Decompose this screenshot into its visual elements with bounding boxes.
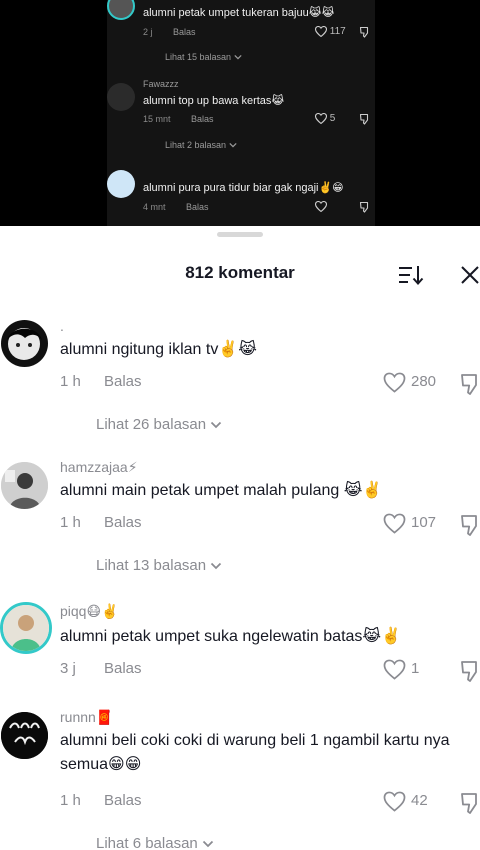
like-button[interactable]: 117 — [314, 25, 346, 38]
dislike-icon[interactable] — [460, 372, 480, 396]
like-button[interactable]: 280 — [383, 371, 443, 395]
like-count: 42 — [411, 792, 428, 809]
like-button[interactable]: 1 — [383, 658, 443, 682]
view-replies-label: Lihat 26 balasan — [96, 416, 207, 433]
reply-button[interactable]: Balas — [104, 792, 142, 809]
username[interactable]: piqq😷✌️ — [60, 603, 119, 620]
view-replies-label: Lihat 2 balasan — [165, 140, 227, 150]
comment-time: 1 h — [60, 373, 81, 390]
comment-time: 2 j — [143, 27, 153, 37]
username[interactable]: runnn🧧 — [60, 709, 113, 726]
comment-time: 15 mnt — [143, 114, 171, 124]
reply-button[interactable]: Balas — [104, 660, 142, 677]
avatar[interactable] — [1, 462, 48, 509]
like-button[interactable]: 107 — [383, 512, 443, 536]
username: Fawazzz — [143, 79, 179, 89]
comment-text: alumni beli coki coki di warung beli 1 n… — [60, 732, 450, 773]
view-replies-button[interactable]: Lihat 2 balasan — [165, 140, 237, 150]
heart-icon — [383, 513, 406, 534]
view-replies-button[interactable]: Lihat 15 balasan — [165, 52, 242, 62]
heart-icon — [383, 791, 406, 812]
reply-button[interactable]: Balas — [104, 373, 142, 390]
username[interactable]: . — [60, 318, 64, 334]
view-replies-button[interactable]: Lihat 6 balasan — [96, 835, 214, 850]
video-comment-text: alumni pura pura tidur biar gak ngaji✌️😁 — [143, 182, 344, 194]
comment-time: 3 j — [60, 660, 76, 677]
reply-button[interactable]: Balas — [191, 114, 214, 124]
video-comment-meta: 15 mnt Balas — [143, 114, 214, 124]
drag-handle[interactable] — [217, 232, 263, 237]
avatar — [107, 83, 135, 111]
comment-time: 4 mnt — [143, 202, 166, 212]
reply-button[interactable]: Balas — [104, 514, 142, 531]
close-icon[interactable] — [459, 264, 480, 286]
video-comment-meta: 2 j Balas — [143, 27, 196, 37]
view-replies-label: Lihat 13 balasan — [96, 557, 207, 574]
username[interactable]: hamzzajaa⚡ — [60, 459, 138, 476]
reply-button[interactable]: Balas — [173, 27, 196, 37]
view-replies-label: Lihat 15 balasan — [165, 52, 232, 62]
dislike-icon[interactable] — [460, 659, 480, 683]
chevron-down-icon — [210, 421, 222, 429]
view-replies-button[interactable]: Lihat 13 balasan — [96, 557, 222, 574]
avatar[interactable] — [1, 712, 48, 759]
video-comment-text: alumni petak umpet tukeran bajuu😹😹 — [143, 7, 335, 19]
comment-text: alumni petak umpet suka ngelewatin batas… — [60, 628, 402, 645]
reply-button[interactable]: Balas — [186, 202, 209, 212]
like-button[interactable]: 5 — [314, 112, 336, 125]
comments-sheet: 812 komentar . alumni ngitung iklan tv✌️… — [0, 226, 480, 850]
comment-text: alumni ngitung iklan tv✌️😹 — [60, 341, 257, 358]
avatar — [107, 170, 135, 198]
like-count: 107 — [411, 514, 437, 531]
view-replies-button[interactable]: Lihat 26 balasan — [96, 416, 222, 433]
like-count: 1 — [411, 660, 420, 677]
heart-icon — [383, 372, 406, 393]
comment-text: alumni main petak umpet malah pulang 😹✌️ — [60, 482, 383, 499]
like-button[interactable] — [314, 200, 328, 213]
chevron-down-icon — [228, 142, 237, 148]
dislike-icon[interactable] — [460, 513, 480, 537]
chevron-down-icon — [210, 562, 222, 570]
like-count: 280 — [411, 373, 437, 390]
video-background: alumni petak umpet tukeran bajuu😹😹 2 j B… — [0, 0, 480, 226]
chevron-down-icon — [233, 54, 242, 60]
avatar[interactable] — [0, 602, 52, 654]
like-count: 5 — [329, 113, 336, 125]
view-replies-label: Lihat 6 balasan — [96, 835, 198, 850]
dislike-icon[interactable] — [359, 26, 371, 38]
avatar[interactable] — [1, 320, 48, 367]
chevron-down-icon — [202, 840, 213, 848]
avatar — [107, 0, 135, 20]
comment-time: 1 h — [60, 514, 81, 531]
comment-time: 1 h — [60, 792, 81, 809]
video-frame: alumni petak umpet tukeran bajuu😹😹 2 j B… — [107, 0, 375, 226]
heart-icon — [383, 659, 406, 680]
video-comment-text: alumni top up bawa kertas😹 — [143, 95, 285, 107]
dislike-icon[interactable] — [359, 113, 371, 125]
like-count: 117 — [329, 26, 346, 38]
dislike-icon[interactable] — [460, 791, 480, 815]
video-comment-meta: 4 mnt Balas — [143, 202, 209, 212]
heart-icon — [314, 25, 328, 38]
sort-icon[interactable] — [398, 264, 424, 286]
heart-icon — [314, 112, 328, 125]
dislike-icon[interactable] — [359, 201, 371, 213]
like-button[interactable]: 42 — [383, 790, 443, 814]
heart-icon — [314, 200, 328, 213]
